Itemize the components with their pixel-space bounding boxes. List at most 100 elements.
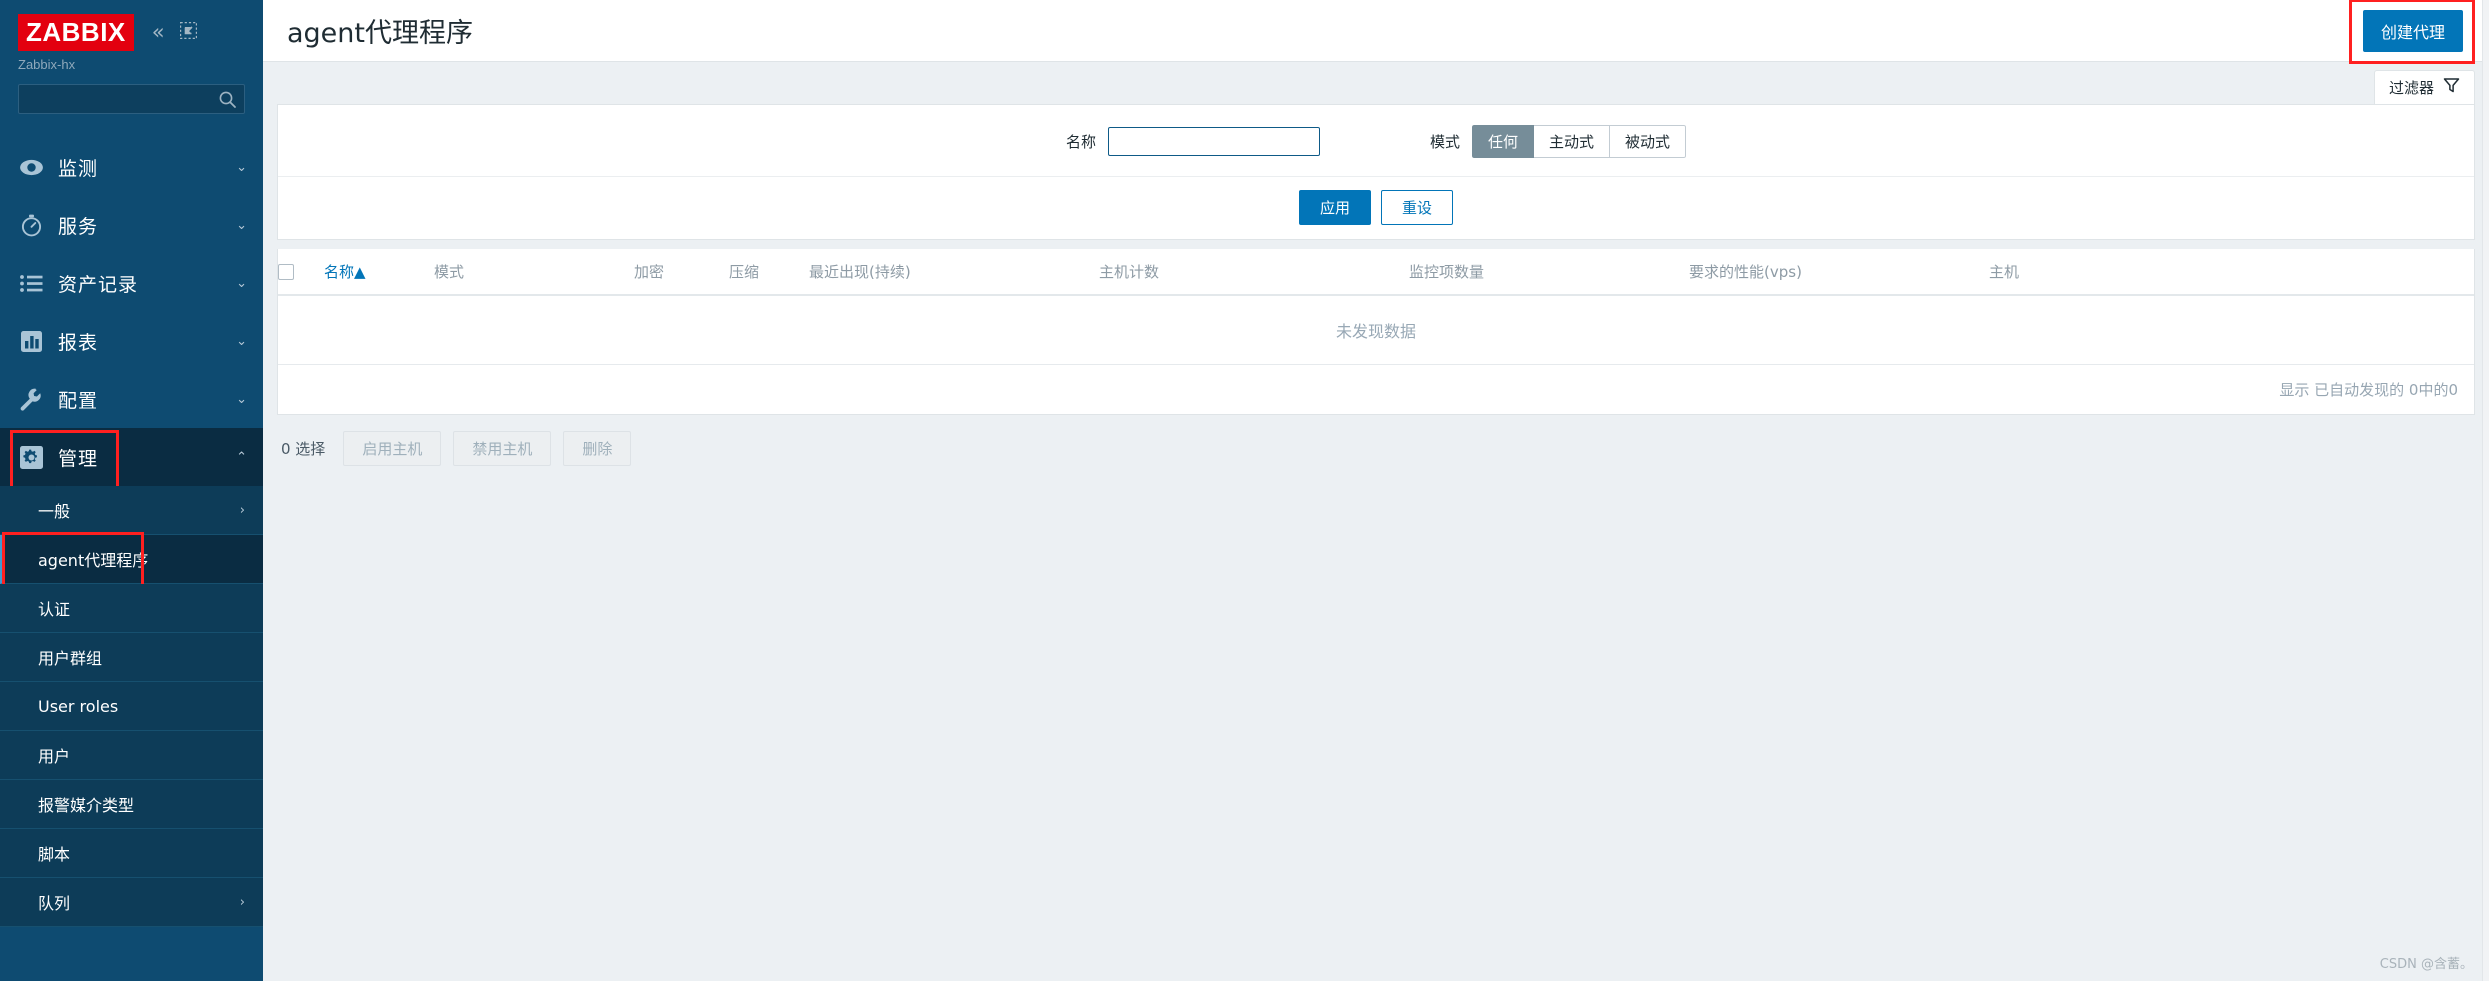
table-footer-status: 显示 已自动发现的 0中的0	[2279, 381, 2458, 399]
sidebar-search-wrap	[0, 72, 263, 124]
filter-mode-label: 模式	[1429, 133, 1460, 151]
sidebar-header-icons: «	[152, 21, 197, 44]
sidebar-subitem-label: agent代理程序	[38, 551, 149, 570]
sidebar-item-services[interactable]: 服务 ⌄	[0, 196, 263, 254]
funnel-icon	[2443, 77, 2460, 98]
create-proxy-button[interactable]: 创建代理	[2362, 9, 2463, 52]
sidebar-subitem-user-roles[interactable]: User roles	[0, 682, 263, 731]
server-name: Zabbix-hx	[18, 57, 76, 72]
table-empty-row: 未发现数据	[278, 295, 2474, 365]
proxy-table: 名称▲ 模式 加密 压缩 最近出现(持续) 主机计数 监控项数量 要求的性能(v…	[278, 249, 2474, 365]
apply-button[interactable]: 应用	[1298, 190, 1371, 225]
column-header-name-text: 名称	[324, 263, 355, 281]
column-header-last-seen: 最近出现(持续)	[809, 249, 1099, 296]
sidebar-item-reports[interactable]: 报表 ⌄	[0, 312, 263, 370]
filter-mode-any[interactable]: 任何	[1471, 125, 1534, 158]
page-header: agent代理程序 创建代理	[263, 0, 2489, 64]
select-all-checkbox[interactable]	[278, 264, 294, 280]
selected-count: 0 选择	[281, 440, 326, 458]
filter-mode-radio-group: 任何 主动式 被动式	[1471, 125, 1687, 158]
column-header-hosts: 主机	[1989, 249, 2474, 296]
chevron-double-left-icon[interactable]: «	[152, 22, 165, 43]
sidebar-item-monitoring[interactable]: 监测 ⌄	[0, 138, 263, 196]
search-input[interactable]	[19, 85, 244, 113]
filter-mode-active[interactable]: 主动式	[1534, 125, 1611, 158]
list-icon	[18, 270, 44, 296]
chevron-down-icon: ⌄	[236, 333, 247, 349]
search-box[interactable]	[18, 84, 245, 114]
proxy-table-block: 名称▲ 模式 加密 压缩 最近出现(持续) 主机计数 监控项数量 要求的性能(v…	[277, 249, 2475, 415]
sidebar-subitem-general[interactable]: 一般 ›	[0, 486, 263, 535]
filter-tab-label: 过滤器	[2388, 79, 2434, 97]
sidebar-subitem-user-groups[interactable]: 用户群组	[0, 633, 263, 682]
sidebar-header: ZABBIX « Zabbix-hx	[0, 0, 263, 72]
wrench-icon	[18, 386, 44, 412]
no-data-message: 未发现数据	[278, 295, 2474, 365]
filter-tabstrip: 过滤器	[263, 62, 2489, 104]
table-body: 未发现数据	[278, 295, 2474, 365]
vertical-scrollbar[interactable]	[2482, 0, 2489, 981]
filter-actions: 应用 重设	[278, 176, 2474, 239]
sidebar-subitem-label: 用户	[38, 747, 71, 766]
zabbix-logo[interactable]: ZABBIX	[18, 14, 134, 51]
column-header-required-vps: 要求的性能(vps)	[1689, 249, 1989, 296]
enable-hosts-button[interactable]: 启用主机	[343, 431, 442, 466]
sidebar-nav: 监测 ⌄ 服务 ⌄ 资产记录 ⌄ 报表 ⌄ 配置 ⌄ 管理 ⌃ 一般 › age…	[0, 138, 263, 927]
table-head: 名称▲ 模式 加密 压缩 最近出现(持续) 主机计数 监控项数量 要求的性能(v…	[278, 249, 2474, 296]
column-header-item-count: 监控项数量	[1409, 249, 1689, 296]
sidebar-subitem-label: 报警媒介类型	[38, 796, 135, 815]
sidebar-subitem-queue[interactable]: 队列 ›	[0, 878, 263, 927]
select-all-header	[278, 249, 324, 296]
sidebar-subitem-authentication[interactable]: 认证	[0, 584, 263, 633]
sidebar-item-administration[interactable]: 管理 ⌃	[0, 428, 263, 489]
sidebar-item-configuration[interactable]: 配置 ⌄	[0, 370, 263, 428]
page-title: agent代理程序	[287, 18, 473, 49]
chevron-down-icon: ⌄	[236, 159, 247, 175]
filter-fields-row: 名称 模式 任何 主动式 被动式	[278, 125, 2474, 176]
clock-icon	[18, 212, 44, 238]
sidebar-submenu: 一般 › agent代理程序 认证 用户群组 User roles 用户 报警媒…	[0, 486, 263, 927]
bulk-action-bar: 0 选择 启用主机 禁用主机 删除	[263, 415, 2489, 466]
filter-panel: 名称 模式 任何 主动式 被动式 应用 重设	[277, 104, 2475, 240]
chevron-down-icon: ⌄	[236, 275, 247, 291]
column-header-host-count: 主机计数	[1099, 249, 1409, 296]
filter-name-input[interactable]	[1107, 127, 1320, 156]
disable-hosts-button[interactable]: 禁用主机	[453, 431, 552, 466]
sidebar-item-inventory[interactable]: 资产记录 ⌄	[0, 254, 263, 312]
sidebar-subitem-media-types[interactable]: 报警媒介类型	[0, 780, 263, 829]
chevron-down-icon: ⌄	[236, 217, 247, 233]
column-header-name-link[interactable]: 名称▲	[324, 263, 366, 281]
main-content: agent代理程序 创建代理 过滤器 名称 模式 任何 主动式 被动式 应用 重…	[263, 0, 2489, 981]
bar-chart-icon	[18, 328, 44, 354]
sidebar-item-label: 管理	[58, 447, 99, 470]
column-header-encryption: 加密	[634, 249, 729, 296]
create-proxy-button-wrap: 创建代理	[2348, 0, 2476, 64]
column-header-compression: 压缩	[729, 249, 809, 296]
filter-tab[interactable]: 过滤器	[2373, 70, 2475, 104]
sidebar-logo-row: ZABBIX «	[0, 14, 263, 51]
sidebar-item-label: 资产记录	[58, 273, 139, 296]
sidebar-subitem-scripts[interactable]: 脚本	[0, 829, 263, 878]
chevron-right-icon: ›	[239, 894, 245, 910]
collapse-panel-icon[interactable]	[179, 21, 197, 44]
chevron-up-icon: ⌃	[236, 449, 247, 465]
eye-icon	[18, 154, 44, 180]
sidebar-subitem-label: 用户群组	[38, 649, 103, 668]
reset-button[interactable]: 重设	[1381, 190, 1454, 225]
filter-name-label: 名称	[1065, 133, 1096, 151]
chevron-down-icon: ⌄	[236, 391, 247, 407]
sidebar-subitem-proxies[interactable]: agent代理程序	[0, 532, 263, 587]
sidebar-item-label: 报表	[58, 331, 99, 354]
chevron-right-icon: ›	[239, 502, 245, 518]
table-header-row: 名称▲ 模式 加密 压缩 最近出现(持续) 主机计数 监控项数量 要求的性能(v…	[278, 249, 2474, 296]
sidebar: ZABBIX « Zabbix-hx 监测 ⌄ 服务 ⌄ 资产记录 ⌄ 报表 ⌄…	[0, 0, 263, 981]
column-header-name[interactable]: 名称▲	[324, 249, 434, 296]
sort-ascending-icon: ▲	[354, 263, 366, 281]
filter-mode-passive[interactable]: 被动式	[1610, 125, 1687, 158]
watermark: CSDN @含蓄。	[2379, 957, 2473, 972]
sidebar-subitem-users[interactable]: 用户	[0, 731, 263, 780]
sidebar-item-label: 监测	[58, 157, 99, 180]
delete-button[interactable]: 删除	[563, 431, 632, 466]
column-header-mode: 模式	[434, 249, 634, 296]
sidebar-item-label: 服务	[58, 215, 99, 238]
